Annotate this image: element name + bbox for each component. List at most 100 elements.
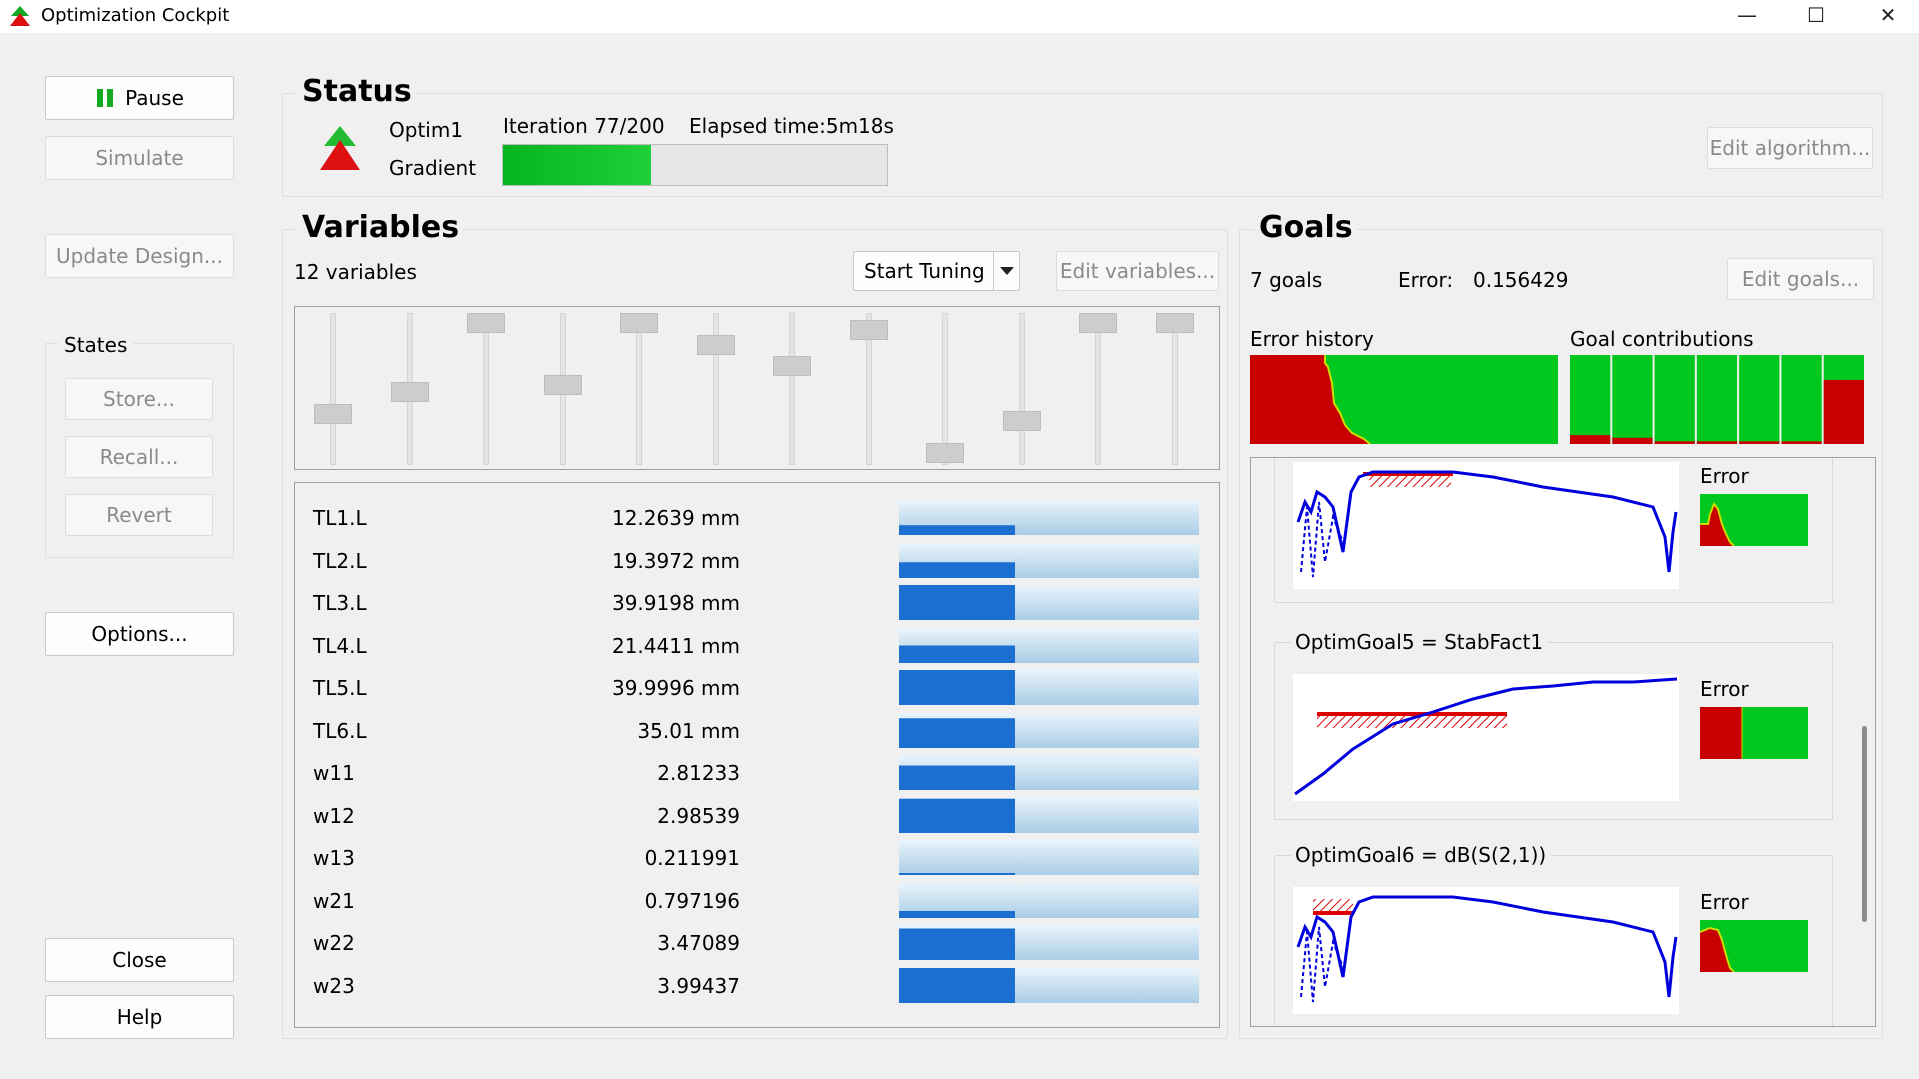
goal-plot	[1293, 674, 1679, 801]
variable-history-sparkline	[899, 840, 1199, 875]
variables-count: 12 variables	[294, 260, 417, 284]
slider-thumb[interactable]	[1155, 313, 1194, 333]
status-title: Status	[298, 74, 416, 109]
goal-plot	[1293, 462, 1679, 589]
options-button[interactable]: Options...	[45, 612, 234, 656]
start-tuning-button[interactable]: Start Tuning	[853, 251, 1020, 291]
update-design-button[interactable]: Update Design...	[45, 234, 234, 278]
slider-track[interactable]	[1171, 313, 1178, 465]
variable-history-bar	[899, 928, 1015, 960]
slider-thumb[interactable]	[696, 335, 735, 356]
revert-button[interactable]: Revert	[65, 494, 213, 536]
variable-history-sparkline	[899, 542, 1199, 578]
variables-list: TL1.L 12.2639 mm TL2.L 19.3972 mm TL3.L 39.91…	[294, 482, 1220, 1028]
variable-history-bar	[899, 873, 1015, 875]
slider-thumb[interactable]	[543, 375, 582, 396]
goal-contribution-red	[1654, 441, 1695, 444]
scrollbar-thumb[interactable]	[1862, 726, 1867, 922]
slider-thumb[interactable]	[390, 381, 429, 402]
variable-name: w11	[313, 761, 355, 785]
slider-track[interactable]	[789, 313, 795, 465]
states-title: States	[58, 333, 134, 357]
goal-contribution-red	[1823, 379, 1864, 444]
variable-name: TL6.L	[313, 718, 367, 743]
slider-thumb[interactable]	[467, 313, 505, 333]
variable-name: TL3.L	[313, 591, 367, 615]
goal-error-label: Error	[1700, 890, 1749, 914]
minimize-button[interactable]: —	[1719, 0, 1775, 33]
variables-title: Variables	[298, 210, 464, 245]
variable-history-bar	[899, 765, 1015, 790]
slider-track[interactable]	[1018, 313, 1025, 465]
goals-title: Goals	[1255, 210, 1357, 245]
variable-history-bar	[899, 645, 1015, 663]
variable-history-sparkline	[899, 882, 1199, 918]
title-bar: Optimization Cockpit — ☐ ✕	[0, 0, 1919, 33]
variable-value: 3.47089	[657, 931, 740, 955]
variable-value: 0.797196	[644, 888, 740, 913]
goal-error-label: Error	[1700, 464, 1749, 488]
goal-contribution-red	[1612, 437, 1653, 444]
variable-value: 19.3972 mm	[611, 548, 740, 573]
variable-history-bar	[899, 717, 1015, 748]
close-button[interactable]: Close	[45, 938, 234, 982]
simulate-button[interactable]: Simulate	[45, 136, 234, 180]
variable-name: w12	[313, 803, 355, 828]
variable-value: 21.4411 mm	[611, 633, 740, 658]
goal-plot	[1293, 887, 1679, 1014]
pause-label: Pause	[125, 86, 184, 110]
goal-error-label: Error	[1700, 677, 1749, 701]
edit-goals-button[interactable]: Edit goals...	[1727, 258, 1874, 300]
slider-thumb[interactable]	[926, 443, 964, 463]
pause-button[interactable]: Pause	[45, 76, 234, 120]
goal-contribution-red	[1739, 441, 1780, 444]
goal-contributions-label: Goal contributions	[1570, 327, 1754, 351]
store-button[interactable]: Store...	[65, 378, 213, 420]
variable-history-sparkline	[899, 797, 1199, 833]
variable-history-bar	[899, 561, 1015, 578]
variable-value: 2.98539	[657, 803, 740, 828]
maximize-button[interactable]: ☐	[1788, 0, 1844, 33]
edit-variables-button[interactable]: Edit variables...	[1056, 251, 1219, 291]
slider-track[interactable]	[330, 313, 336, 465]
close-window-button[interactable]: ✕	[1860, 0, 1916, 33]
slider-thumb[interactable]	[620, 313, 658, 333]
pause-icon	[95, 88, 115, 108]
goal-error-plot	[1700, 494, 1808, 546]
goal-error-plot	[1700, 707, 1808, 759]
slider-thumb[interactable]	[1002, 410, 1041, 431]
goal-contribution-red	[1781, 441, 1822, 444]
dropdown-arrow-icon[interactable]	[1000, 267, 1014, 275]
slider-thumb[interactable]	[1079, 313, 1117, 333]
error-history-label: Error history	[1250, 327, 1374, 351]
variable-history-sparkline	[899, 500, 1199, 535]
goal-contribution-green	[1654, 355, 1695, 444]
help-button[interactable]: Help	[45, 995, 234, 1039]
variable-value: 39.9996 mm	[611, 676, 740, 700]
variable-history-bar	[899, 910, 1015, 918]
variable-history-bar	[899, 670, 1015, 705]
slider-thumb[interactable]	[849, 319, 888, 340]
variable-value: 3.99437	[657, 973, 740, 998]
goals-scrollbar[interactable]	[1855, 458, 1875, 1026]
recall-button[interactable]: Recall...	[65, 436, 213, 478]
variable-history-bar	[899, 525, 1015, 535]
slider-thumb[interactable]	[314, 404, 352, 424]
slider-thumb[interactable]	[773, 355, 811, 376]
error-value: 0.156429	[1473, 268, 1569, 292]
variable-value: 35.01 mm	[637, 718, 740, 743]
variable-name: w21	[313, 888, 355, 913]
variable-name: TL1.L	[313, 506, 367, 530]
goal-contribution-green	[1570, 355, 1611, 444]
slider-track[interactable]	[1095, 313, 1101, 465]
goal-contribution-green	[1612, 355, 1653, 444]
variable-name: w13	[313, 846, 355, 870]
variable-name: TL4.L	[313, 633, 367, 658]
goals-count: 7 goals	[1250, 268, 1323, 292]
slider-track[interactable]	[483, 313, 489, 465]
variable-history-sparkline	[899, 967, 1199, 1003]
slider-track[interactable]	[636, 313, 642, 465]
app-logo-icon	[10, 6, 30, 26]
edit-algorithm-button[interactable]: Edit algorithm...	[1707, 127, 1873, 169]
algorithm-name: Gradient	[389, 156, 477, 180]
